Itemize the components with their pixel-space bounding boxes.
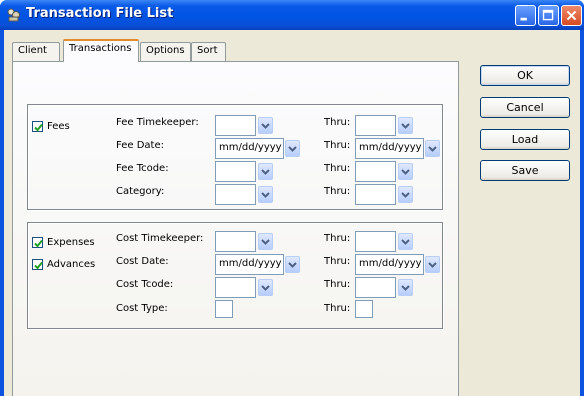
- fee-date-thru-label: Thru:: [324, 140, 351, 151]
- advances-label: Advances: [47, 259, 96, 270]
- chevron-down-icon: [401, 169, 410, 175]
- fee-tcode-to-field[interactable]: [355, 161, 396, 182]
- cost-tcode-from-dropdown[interactable]: [258, 279, 273, 296]
- category-thru-label: Thru:: [324, 186, 351, 197]
- fee-timekeeper-label: Fee Timekeeper:: [116, 117, 199, 128]
- fee-tcode-label: Fee Tcode:: [116, 163, 169, 174]
- cost-type-thru-label: Thru:: [324, 303, 351, 314]
- costs-group: Expenses Advances Cost Timekeeper: Thru:…: [27, 222, 443, 329]
- chevron-down-icon: [261, 192, 270, 198]
- save-button[interactable]: Save: [480, 160, 570, 181]
- chevron-down-icon: [288, 262, 297, 268]
- category-from-dropdown[interactable]: [258, 186, 273, 203]
- cost-date-from-dropdown[interactable]: [285, 256, 300, 273]
- tab-sort[interactable]: Sort: [191, 42, 226, 61]
- checkmark-icon: [34, 239, 43, 248]
- cost-type-from-field[interactable]: [215, 300, 233, 318]
- cost-timekeeper-to-dropdown[interactable]: [398, 233, 413, 250]
- cost-type-to-field[interactable]: [355, 300, 373, 318]
- checkmark-icon: [34, 261, 43, 270]
- chevron-down-icon: [261, 169, 270, 175]
- app-icon: [7, 8, 20, 22]
- cost-date-label: Cost Date:: [116, 256, 169, 267]
- fee-tcode-thru-label: Thru:: [324, 163, 351, 174]
- chevron-down-icon: [428, 262, 437, 268]
- load-button[interactable]: Load: [480, 129, 570, 150]
- chevron-down-icon: [288, 146, 297, 152]
- cost-date-to-dropdown[interactable]: [425, 256, 440, 273]
- chevron-down-icon: [401, 192, 410, 198]
- chevron-down-icon: [261, 123, 270, 129]
- title-bar[interactable]: Transaction File List: [0, 0, 584, 30]
- cost-timekeeper-thru-label: Thru:: [324, 233, 351, 244]
- fee-date-to-field[interactable]: mm/dd/yyyy: [355, 138, 424, 159]
- ok-button[interactable]: OK: [480, 65, 570, 86]
- transactions-panel: Fees Fee Timekeeper: Thru: Fee Date: mm/…: [12, 61, 459, 396]
- cost-date-thru-label: Thru:: [324, 256, 351, 267]
- category-from-field[interactable]: [215, 184, 256, 205]
- cost-timekeeper-to-field[interactable]: [355, 231, 396, 252]
- cost-date-from-field[interactable]: mm/dd/yyyy: [215, 254, 284, 275]
- checkmark-icon: [34, 123, 43, 132]
- cancel-button[interactable]: Cancel: [480, 97, 570, 118]
- fee-tcode-to-dropdown[interactable]: [398, 163, 413, 180]
- chevron-down-icon: [401, 239, 410, 245]
- fee-timekeeper-to-field[interactable]: [355, 115, 396, 136]
- cost-date-to-field[interactable]: mm/dd/yyyy: [355, 254, 424, 275]
- cost-tcode-label: Cost Tcode:: [116, 279, 174, 290]
- fees-group: Fees Fee Timekeeper: Thru: Fee Date: mm/…: [27, 104, 443, 210]
- close-icon: [566, 10, 577, 21]
- chevron-down-icon: [401, 285, 410, 291]
- fee-tcode-from-dropdown[interactable]: [258, 163, 273, 180]
- window-title: Transaction File List: [26, 6, 174, 21]
- expenses-label: Expenses: [47, 237, 95, 248]
- category-to-dropdown[interactable]: [398, 186, 413, 203]
- fee-date-label: Fee Date:: [116, 140, 164, 151]
- minimize-icon: [520, 17, 527, 21]
- category-label: Category:: [116, 186, 165, 197]
- chevron-down-icon: [428, 146, 437, 152]
- close-button[interactable]: [561, 5, 582, 26]
- advances-checkbox[interactable]: [32, 259, 43, 270]
- dialog-window: Transaction File List Client Transaction…: [0, 0, 584, 396]
- tab-transactions[interactable]: Transactions: [63, 39, 139, 62]
- fees-label: Fees: [47, 121, 70, 132]
- tab-options[interactable]: Options: [140, 42, 191, 61]
- tab-client[interactable]: Client: [12, 42, 60, 61]
- cost-timekeeper-label: Cost Timekeeper:: [116, 233, 204, 244]
- cost-tcode-to-dropdown[interactable]: [398, 279, 413, 296]
- cost-tcode-from-field[interactable]: [215, 277, 256, 298]
- fee-date-to-dropdown[interactable]: [425, 140, 440, 157]
- fee-timekeeper-to-dropdown[interactable]: [398, 117, 413, 134]
- cost-tcode-thru-label: Thru:: [324, 279, 351, 290]
- expenses-checkbox[interactable]: [32, 237, 43, 248]
- fee-date-from-field[interactable]: mm/dd/yyyy: [215, 138, 284, 159]
- chevron-down-icon: [261, 285, 270, 291]
- fee-tcode-from-field[interactable]: [215, 161, 256, 182]
- chevron-down-icon: [261, 239, 270, 245]
- fee-timekeeper-from-field[interactable]: [215, 115, 256, 136]
- chevron-down-icon: [401, 123, 410, 129]
- fee-date-from-dropdown[interactable]: [285, 140, 300, 157]
- cost-timekeeper-from-field[interactable]: [215, 231, 256, 252]
- dialog-body: Client Transactions Options Sort Fees Fe…: [4, 30, 580, 396]
- fee-timekeeper-from-dropdown[interactable]: [258, 117, 273, 134]
- maximize-button[interactable]: [538, 5, 559, 26]
- maximize-icon: [542, 9, 554, 21]
- cost-tcode-to-field[interactable]: [355, 277, 396, 298]
- cost-timekeeper-from-dropdown[interactable]: [258, 233, 273, 250]
- fees-checkbox[interactable]: [32, 121, 43, 132]
- fee-timekeeper-thru-label: Thru:: [324, 117, 351, 128]
- minimize-button[interactable]: [515, 5, 536, 26]
- cost-type-label: Cost Type:: [116, 303, 168, 314]
- category-to-field[interactable]: [355, 184, 396, 205]
